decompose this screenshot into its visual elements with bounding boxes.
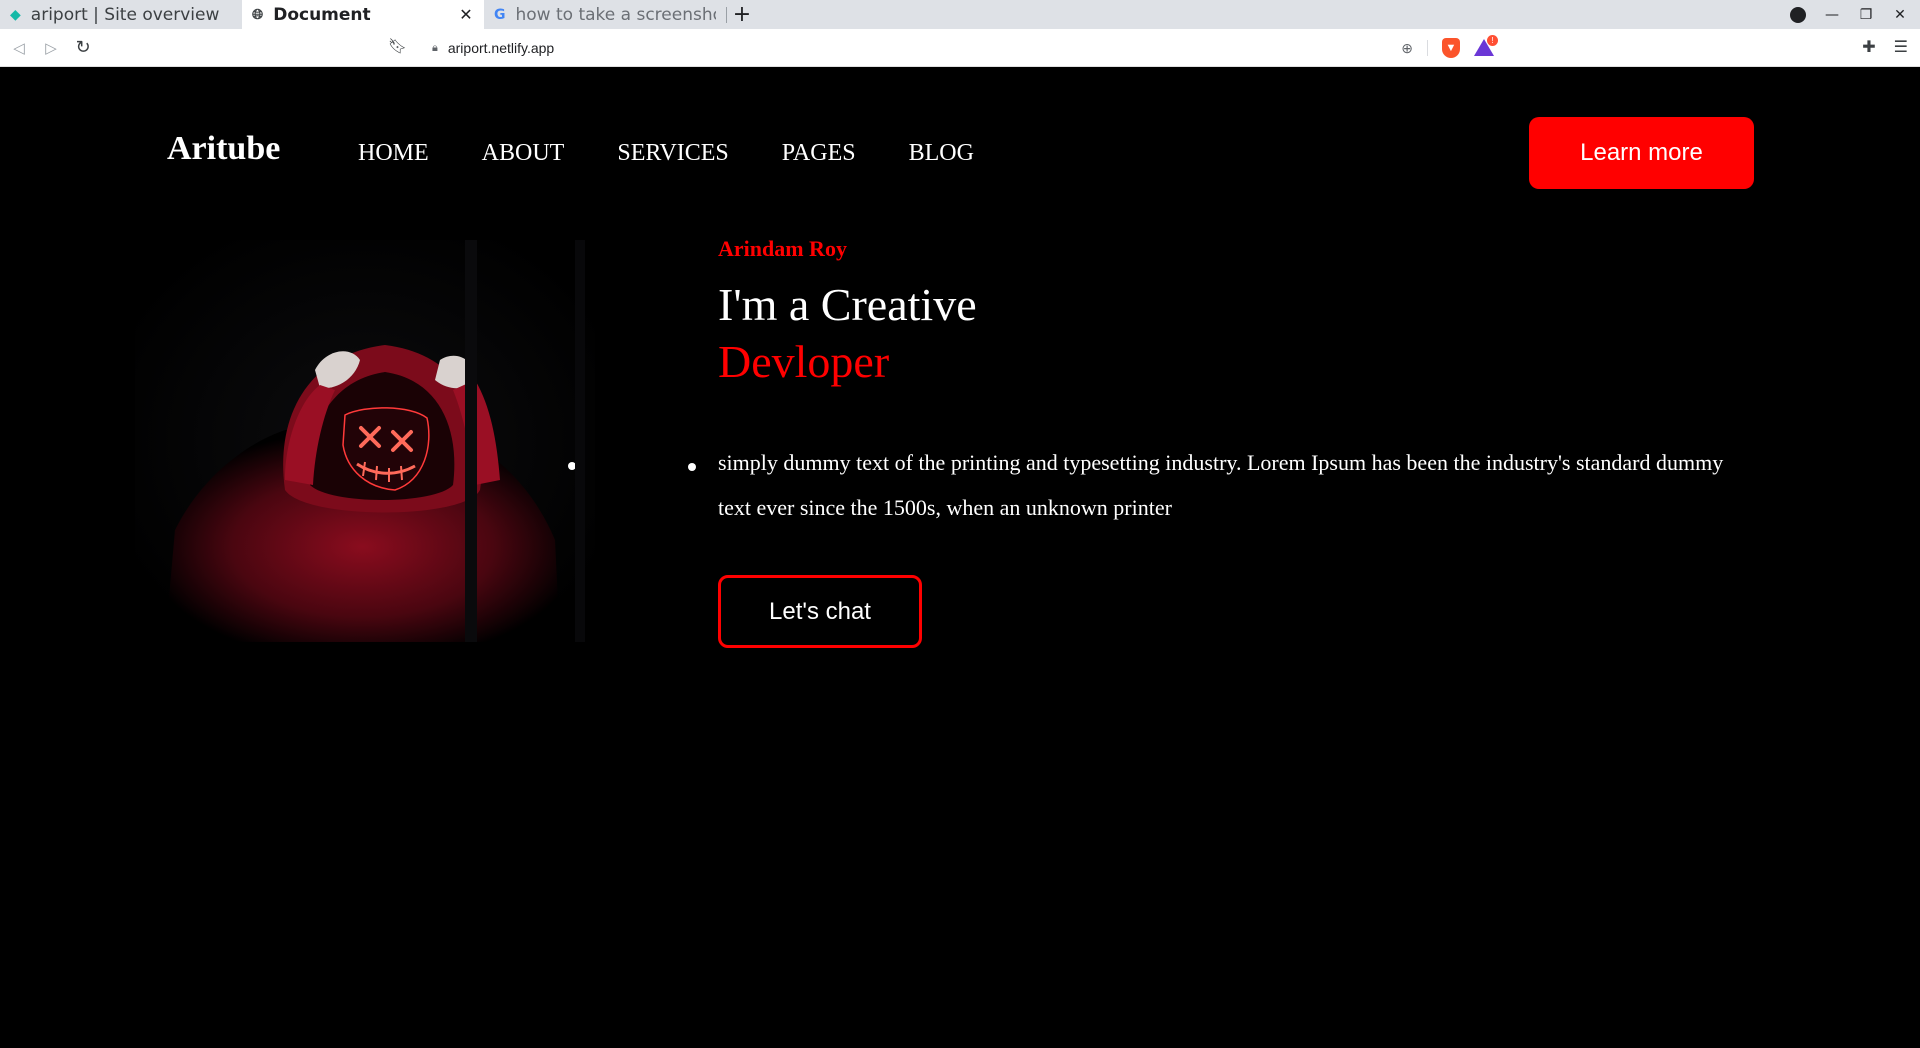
minimize-icon[interactable]: — <box>1824 7 1840 23</box>
url-text: ariport.netlify.app <box>447 40 555 56</box>
headline-line1: I'm a Creative <box>718 279 977 330</box>
headline-role: Devloper <box>718 336 890 387</box>
extensions-icon[interactable]: ✚ <box>1862 37 1875 56</box>
page-content: Aritube HOME ABOUT SERVICES PAGES BLOG L… <box>0 68 1920 1048</box>
new-tab-button[interactable]: + <box>727 0 757 29</box>
tab-document[interactable]: 🌐︎ Document ✕ <box>242 0 484 29</box>
divider <box>1427 40 1428 56</box>
toolbar-right: ✚ ☰ <box>1862 37 1908 56</box>
address-bar[interactable]: 🔒︎ ariport.netlify.app ⊕ ▼ ! <box>420 35 1500 61</box>
window-controls: ▼ — ❐ ✕ <box>1790 0 1920 29</box>
tab-title: Document <box>273 4 371 25</box>
forward-icon[interactable]: ▷ <box>38 35 64 61</box>
nav-about[interactable]: ABOUT <box>482 140 565 167</box>
netlify-diamond-icon: ◆ <box>10 6 21 23</box>
lets-chat-button[interactable]: Let's chat <box>718 575 922 648</box>
tab-title: how to take a screenshot <box>515 4 717 25</box>
brave-shields-icon[interactable]: ▼ <box>1442 38 1460 58</box>
learn-more-button[interactable]: Learn more <box>1529 117 1754 189</box>
tab-bar: ◆ ariport | Site overview 🌐︎ Document ✕ … <box>0 0 1920 29</box>
back-icon[interactable]: ◁ <box>6 35 32 61</box>
hero-image <box>135 240 595 642</box>
hero-description: simply dummy text of the printing and ty… <box>718 450 1724 520</box>
brave-rewards-icon[interactable]: ! <box>1474 35 1498 57</box>
tab-search-icon[interactable]: ▼ <box>1790 6 1806 23</box>
browser-toolbar: ◁ ▷ ↻ 🔖︎ 🔒︎ ariport.netlify.app ⊕ ▼ ! ✚ … <box>0 29 1920 67</box>
zoom-icon[interactable]: ⊕ <box>1401 40 1413 57</box>
nav-home[interactable]: HOME <box>358 140 429 167</box>
globe-icon: 🌐︎ <box>252 6 264 23</box>
tab-google-search[interactable]: G how to take a screenshot <box>484 0 726 29</box>
bullet-dot <box>688 463 696 471</box>
site-logo[interactable]: Aritube <box>167 130 280 168</box>
tab-title: ariport | Site overview <box>30 4 220 25</box>
close-tab-icon[interactable]: ✕ <box>458 5 474 24</box>
nav-blog[interactable]: BLOG <box>909 140 974 167</box>
nav-pages[interactable]: PAGES <box>782 140 856 167</box>
tab-ariport[interactable]: ◆ ariport | Site overview <box>0 0 242 29</box>
main-nav: HOME ABOUT SERVICES PAGES BLOG <box>358 140 974 167</box>
reload-icon[interactable]: ↻ <box>70 35 96 61</box>
google-g-icon: G <box>494 6 506 23</box>
author-name: Arindam Roy <box>718 236 847 261</box>
address-bar-actions: ⊕ ▼ ! <box>1401 35 1500 61</box>
restore-icon[interactable]: ❐ <box>1858 7 1874 23</box>
menu-icon[interactable]: ☰ <box>1894 37 1908 56</box>
close-window-icon[interactable]: ✕ <box>1892 7 1908 23</box>
bookmark-icon[interactable]: 🔖︎ <box>388 37 407 55</box>
rewards-badge: ! <box>1487 35 1498 46</box>
lock-icon: 🔒︎ <box>432 41 438 54</box>
nav-services[interactable]: SERVICES <box>617 140 728 167</box>
headline: I'm a Creative Devloper <box>718 276 977 390</box>
